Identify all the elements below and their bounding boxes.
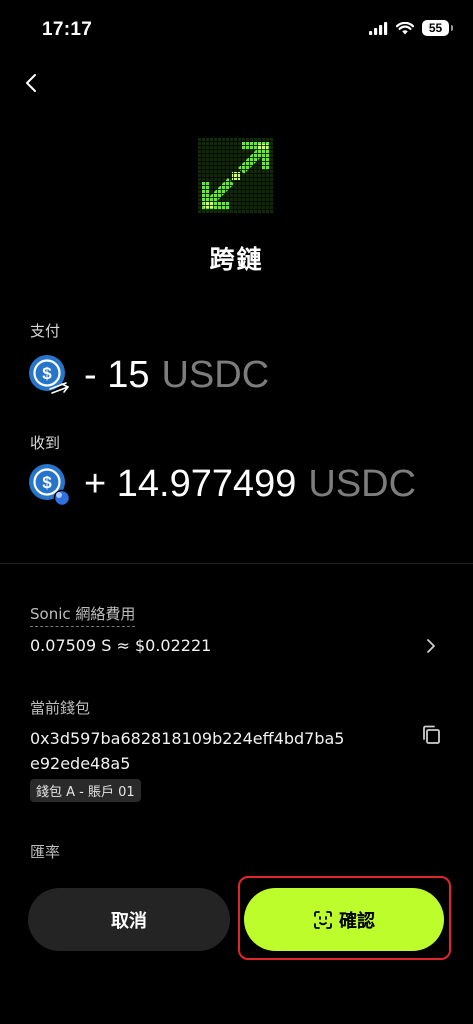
confirm-button[interactable]: 確認 <box>244 888 444 951</box>
current-wallet-label: 當前錢包 <box>30 699 91 717</box>
back-button[interactable] <box>16 68 46 98</box>
pay-amount: - 15 <box>84 353 150 396</box>
battery-level: 55 <box>428 21 443 35</box>
pay-amount-row: $ - 15 USDC <box>28 350 269 400</box>
status-bar: 17:17 55 <box>0 0 473 58</box>
usdc-icon: $ <box>28 463 71 507</box>
receive-amount: + 14.977499 <box>84 462 297 505</box>
confirm-button-label: 確認 <box>339 910 375 932</box>
wallet-account-badge: 錢包 A - 賬戶 01 <box>30 779 141 802</box>
cross-chain-icon <box>198 138 274 214</box>
receive-label: 收到 <box>30 434 61 452</box>
svg-text:$: $ <box>42 364 52 383</box>
cancel-button-label: 取消 <box>111 910 147 932</box>
receive-amount-row: $ + 14.977499 USDC <box>28 459 416 509</box>
cancel-button[interactable]: 取消 <box>28 888 230 951</box>
network-fee-label[interactable]: Sonic 網絡費用 <box>30 603 136 627</box>
wallet-address: 0x3d597ba682818109b224eff4bd7ba5e92ede48… <box>30 729 345 773</box>
wifi-icon <box>396 21 414 34</box>
chevron-left-icon <box>26 74 36 92</box>
status-time: 17:17 <box>42 19 93 40</box>
network-fee-value[interactable]: 0.07509 S ≈ $0.02221 <box>30 636 211 655</box>
signal-icon <box>369 21 388 35</box>
copy-icon[interactable] <box>421 724 443 746</box>
chevron-right-icon[interactable] <box>423 637 439 655</box>
face-id-icon <box>314 910 332 929</box>
pay-label: 支付 <box>30 322 61 340</box>
exchange-rate-label: 匯率 <box>30 843 61 861</box>
status-icons: 55 <box>369 20 453 36</box>
pay-unit: USDC <box>161 353 270 396</box>
battery-icon: 55 <box>422 20 453 36</box>
receive-unit: USDC <box>308 462 417 505</box>
divider <box>0 563 473 564</box>
usdc-icon: $ <box>28 354 70 396</box>
page-title: 跨鏈 <box>209 245 264 274</box>
svg-text:$: $ <box>42 473 52 492</box>
